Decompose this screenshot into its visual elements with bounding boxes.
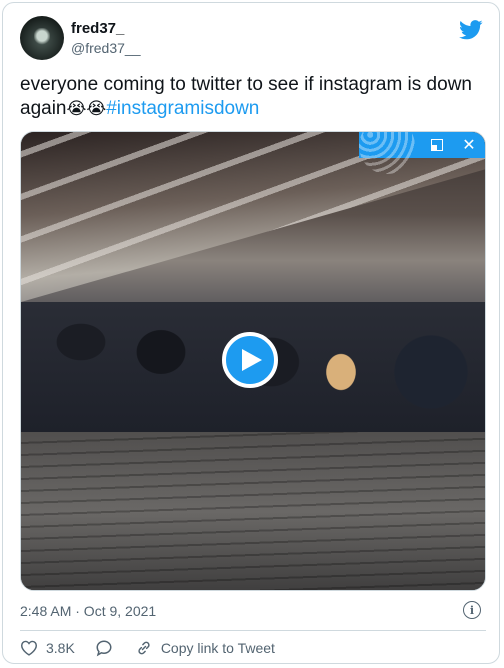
- crying-emoji: 😭😭: [66, 99, 107, 118]
- author-handle[interactable]: @fred37__: [71, 39, 140, 57]
- video-player[interactable]: ✕: [20, 131, 486, 591]
- like-count: 3.8K: [46, 640, 75, 656]
- copy-link-button[interactable]: Copy link to Tweet: [135, 639, 275, 657]
- tweet-card: fred37_ @fred37__ everyone coming to twi…: [2, 2, 500, 664]
- action-bar: 3.8K Copy link to Tweet: [20, 637, 275, 659]
- reply-icon: [96, 640, 112, 657]
- author-block[interactable]: fred37_ @fred37__: [71, 20, 140, 57]
- tweet-text: everyone coming to twitter to see if ins…: [20, 73, 480, 121]
- like-button[interactable]: 3.8K: [20, 640, 75, 656]
- play-icon: [242, 349, 262, 371]
- reply-button[interactable]: [95, 639, 113, 657]
- expand-icon: [431, 139, 443, 151]
- author-name[interactable]: fred37_: [71, 20, 140, 38]
- avatar[interactable]: [20, 16, 64, 60]
- info-icon[interactable]: i: [463, 601, 481, 619]
- divider: [20, 630, 486, 631]
- hashtag-link[interactable]: #instagramisdown: [106, 98, 259, 119]
- heart-icon: [20, 640, 38, 656]
- twitter-bird-icon[interactable]: [459, 20, 483, 40]
- play-button[interactable]: [222, 332, 278, 388]
- link-icon: [138, 641, 150, 655]
- close-icon: ✕: [462, 135, 476, 154]
- copy-link-label: Copy link to Tweet: [160, 640, 275, 656]
- video-pip-controls: ✕: [359, 132, 485, 174]
- expand-button[interactable]: [421, 132, 453, 158]
- avatar-image: [34, 28, 50, 48]
- close-button[interactable]: ✕: [453, 132, 485, 158]
- video-frame-escalator: [21, 432, 485, 590]
- tweet-timestamp[interactable]: 2:48 AM · Oct 9, 2021: [20, 602, 486, 620]
